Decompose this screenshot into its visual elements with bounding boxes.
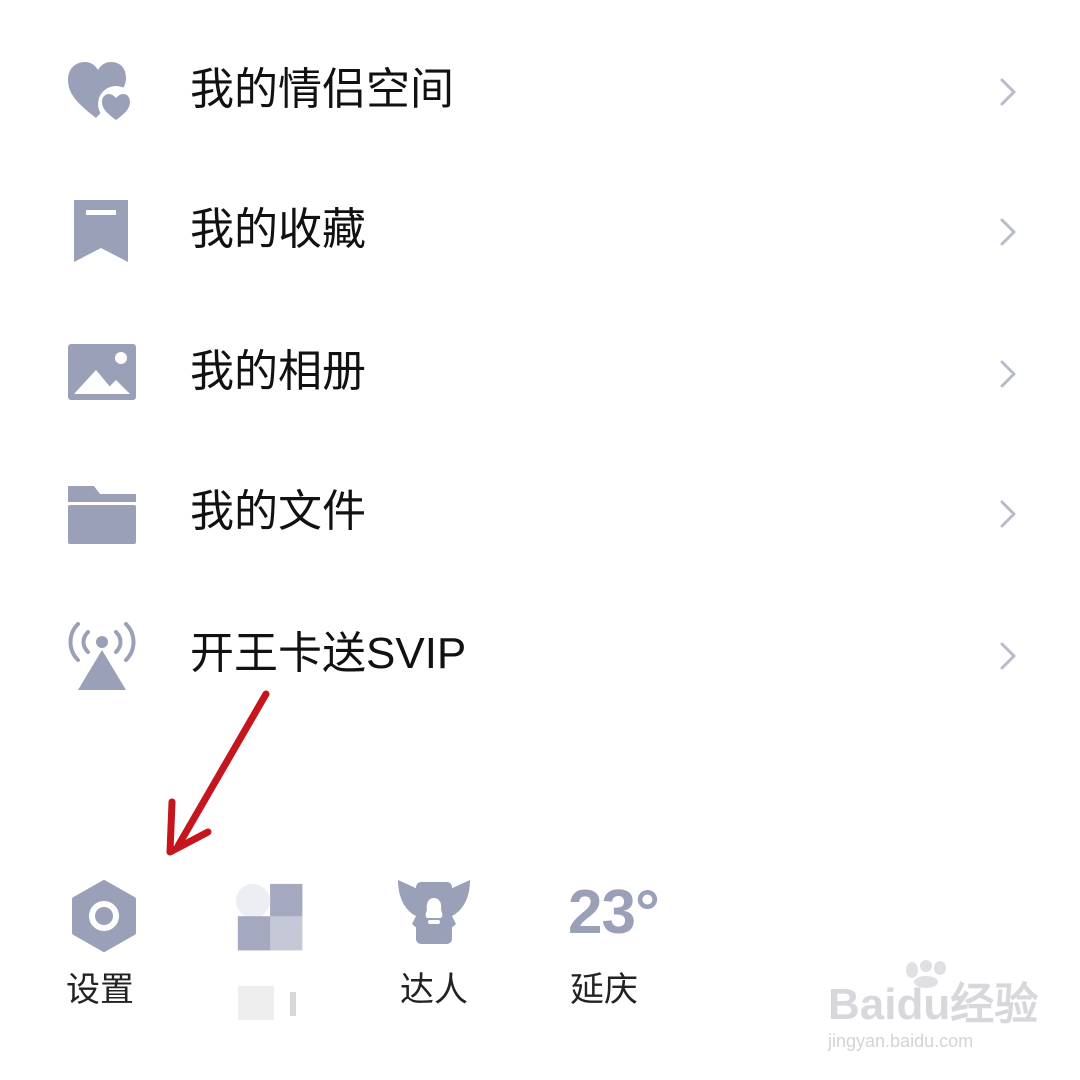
chevron-right-icon: [1000, 360, 1016, 388]
menu-item-label: 开王卡送SVIP: [190, 629, 467, 678]
blurred-icon: [235, 883, 303, 951]
broadcast-tower-icon: [68, 622, 136, 690]
bookmark-icon: [74, 200, 128, 262]
chevron-right-icon: [1000, 78, 1016, 106]
daren-label: 达人: [400, 971, 468, 1009]
menu-item-label: 我的相册: [190, 347, 366, 396]
chevron-right-icon: [1000, 642, 1016, 670]
menu-item-label: 我的收藏: [190, 205, 366, 254]
menu-item-label: 我的文件: [190, 487, 366, 536]
watermark-brand: Baidu经验: [828, 980, 1039, 1029]
settings-hex-icon: [72, 880, 136, 952]
folder-icon: [68, 486, 136, 544]
blurred-label: [238, 986, 296, 1020]
couple-hearts-icon: [68, 62, 134, 122]
winged-badge-icon: [398, 880, 470, 944]
photo-album-icon: [68, 344, 136, 400]
menu-item-label: 我的情侣空间: [190, 65, 454, 114]
daren-button[interactable]: 达人: [394, 860, 484, 1030]
chevron-right-icon: [1000, 500, 1016, 528]
weather-button[interactable]: 23° 延庆: [568, 860, 678, 1030]
chevron-right-icon: [1000, 218, 1016, 246]
menu-item-favorites[interactable]: 我的收藏: [0, 174, 1080, 294]
menu-item-album[interactable]: 我的相册: [0, 316, 1080, 436]
settings-label: 设置: [66, 971, 134, 1009]
annotation-arrow: [166, 690, 270, 856]
blurred-button[interactable]: [234, 860, 314, 1030]
weather-temperature: 23°: [568, 878, 660, 947]
menu-item-files[interactable]: 我的文件: [0, 456, 1080, 576]
weather-city: 延庆: [570, 971, 638, 1009]
baidu-watermark: Baidu经验 jingyan.baidu.com: [820, 960, 1040, 1060]
settings-button[interactable]: 设置: [62, 860, 152, 1030]
menu-item-couple-space[interactable]: 我的情侣空间: [0, 34, 1080, 154]
watermark-url: jingyan.baidu.com: [828, 1031, 974, 1051]
